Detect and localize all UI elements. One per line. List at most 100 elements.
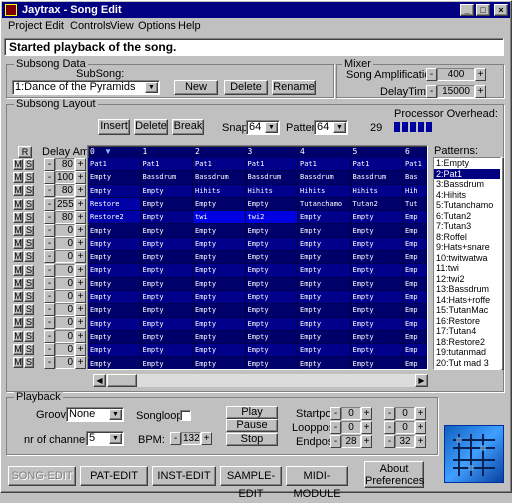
grid-cell[interactable]: Empty bbox=[193, 237, 246, 252]
delete-subsong-button[interactable]: Delete bbox=[224, 80, 268, 95]
grid-cell[interactable]: Empty bbox=[298, 237, 351, 252]
grid-cell[interactable]: Empty bbox=[245, 251, 298, 265]
mute-button[interactable]: M bbox=[13, 211, 23, 223]
bpm-spinner[interactable]: -132 + bbox=[170, 432, 212, 445]
title-bar[interactable]: Jaytrax - Song Edit _ □ × bbox=[2, 2, 510, 18]
grid-cell[interactable]: Empty bbox=[88, 224, 141, 238]
pattern-list-item[interactable]: 5:Tutanchamo bbox=[434, 200, 500, 211]
grid-cell[interactable]: Empty bbox=[245, 224, 298, 238]
solo-button[interactable]: S bbox=[24, 291, 34, 302]
grid-cell[interactable]: Pat1 bbox=[403, 158, 427, 172]
delay-decrease-button[interactable]: - bbox=[44, 276, 55, 290]
grid-cell[interactable]: Empty bbox=[350, 357, 403, 369]
grid-cell[interactable]: Empty bbox=[245, 304, 298, 318]
delay-increase-button[interactable]: + bbox=[75, 197, 86, 211]
looppos-b-increase[interactable]: + bbox=[415, 421, 426, 434]
chevron-down-icon[interactable]: ▼ bbox=[109, 409, 122, 420]
mute-button[interactable]: M bbox=[13, 291, 23, 302]
delay-spinner[interactable]: -0 + bbox=[44, 329, 86, 343]
grid-cell[interactable]: Empty bbox=[193, 197, 246, 212]
solo-button[interactable]: S bbox=[24, 172, 34, 184]
pattern-list-item[interactable]: 3:Bassdrum bbox=[434, 179, 500, 190]
grid-cell[interactable]: Hihits bbox=[350, 184, 403, 198]
grid-cell[interactable]: Hih bbox=[403, 184, 427, 198]
grid-cell[interactable]: Bassdrum bbox=[350, 171, 403, 185]
grid-cell[interactable]: Empty bbox=[88, 264, 141, 278]
channels-select[interactable]: 5 ▼ bbox=[86, 431, 124, 446]
groove-select[interactable]: None ▼ bbox=[66, 407, 124, 422]
startpos-a-spinner[interactable]: -0 + bbox=[330, 407, 372, 420]
mute-button[interactable]: M bbox=[13, 343, 23, 355]
grid-cell[interactable]: twi bbox=[193, 211, 246, 225]
new-subsong-button[interactable]: New bbox=[174, 80, 218, 95]
pattern-list-item[interactable]: 10:twitwatwa bbox=[434, 253, 500, 264]
grid-cell[interactable]: Bas bbox=[403, 171, 427, 185]
grid-cell[interactable]: Bassdrum bbox=[193, 171, 246, 185]
insert-button[interactable]: Insert bbox=[98, 119, 130, 135]
grid-cell[interactable]: Hihits bbox=[193, 184, 246, 198]
grid-cell[interactable]: Emp bbox=[403, 211, 427, 225]
grid-cell[interactable]: Hihits bbox=[298, 184, 351, 198]
solo-button[interactable]: S bbox=[24, 211, 34, 223]
pattern-list-item[interactable]: 15:TutanMac bbox=[434, 305, 500, 316]
position-marker-icon[interactable]: ▼ bbox=[104, 148, 112, 156]
delay-increase-button[interactable]: + bbox=[75, 356, 86, 369]
delay-increase-button[interactable]: + bbox=[75, 210, 86, 224]
grid-cell[interactable]: Empty bbox=[88, 237, 141, 252]
delay-spinner[interactable]: -0 + bbox=[44, 303, 86, 317]
endpos-a-spinner[interactable]: -28 + bbox=[330, 435, 372, 448]
chevron-down-icon[interactable]: ▼ bbox=[265, 122, 278, 133]
grid-cell[interactable]: Tutanchamo bbox=[298, 197, 351, 212]
amp-spinner[interactable]: -400 + bbox=[426, 68, 486, 81]
pattern-list-item[interactable]: 19:tutanmad bbox=[434, 347, 500, 358]
mute-button[interactable]: M bbox=[13, 277, 23, 289]
grid-cell[interactable]: Empty bbox=[140, 317, 193, 331]
startpos-b-decrease[interactable]: - bbox=[384, 407, 395, 420]
grid-cell[interactable]: Emp bbox=[403, 264, 427, 278]
delay-increase-button[interactable]: + bbox=[75, 224, 86, 237]
delay-spinner[interactable]: -80 + bbox=[44, 184, 86, 198]
delay-increase-button[interactable]: + bbox=[75, 316, 86, 330]
delay-increase-button[interactable]: + bbox=[75, 276, 86, 290]
endpos-b-decrease[interactable]: - bbox=[384, 435, 395, 448]
pattern-length-select[interactable]: 64 ▼ bbox=[314, 120, 348, 135]
song-edit-tab[interactable]: SONG-EDIT bbox=[8, 466, 76, 486]
delay-increase-button[interactable]: + bbox=[75, 250, 86, 264]
endpos-b-spinner[interactable]: -32 + bbox=[384, 435, 426, 448]
grid-cell[interactable]: Empty bbox=[88, 330, 141, 345]
grid-cell[interactable]: Empty bbox=[245, 357, 298, 369]
grid-cell[interactable]: Empty bbox=[245, 330, 298, 345]
amp-decrease-button[interactable]: - bbox=[426, 68, 437, 81]
grid-cell[interactable]: Empty bbox=[350, 304, 403, 318]
grid-cell[interactable]: Empty bbox=[350, 251, 403, 265]
grid-cell[interactable]: Empty bbox=[140, 277, 193, 291]
songloop-checkbox[interactable] bbox=[180, 410, 191, 421]
looppos-a-decrease[interactable]: - bbox=[330, 421, 341, 434]
patterns-list[interactable]: 1:Empty 2:Pat1 3:Bassdrum 4:Hihits 5:Tutanch… bbox=[433, 157, 501, 370]
mute-button[interactable]: M bbox=[13, 198, 23, 210]
grid-cell[interactable]: Emp bbox=[403, 237, 427, 252]
looppos-a-spinner[interactable]: -0 + bbox=[330, 421, 372, 434]
solo-button[interactable]: S bbox=[24, 304, 34, 316]
delay-decrease-button[interactable]: - bbox=[44, 158, 55, 171]
grid-cell[interactable]: Empty bbox=[350, 211, 403, 225]
grid-cell[interactable]: twi2 bbox=[245, 211, 298, 225]
close-icon[interactable]: × bbox=[494, 4, 508, 16]
menu-options[interactable]: Options bbox=[138, 19, 176, 33]
endpos-a-increase[interactable]: + bbox=[361, 435, 372, 448]
delaytime-increase-button[interactable]: + bbox=[475, 85, 486, 98]
reset-button[interactable]: R bbox=[18, 146, 32, 158]
delay-increase-button[interactable]: + bbox=[75, 303, 86, 317]
inst-edit-tab[interactable]: INST-EDIT bbox=[152, 466, 216, 486]
chevron-down-icon[interactable]: ▼ bbox=[145, 82, 158, 93]
delay-decrease-button[interactable]: - bbox=[44, 263, 55, 277]
delay-spinner[interactable]: -80 + bbox=[44, 158, 86, 171]
grid-cell[interactable]: Emp bbox=[403, 304, 427, 318]
grid-cell[interactable]: Empty bbox=[140, 184, 193, 198]
grid-cell[interactable]: Empty bbox=[88, 317, 141, 331]
delay-decrease-button[interactable]: - bbox=[44, 210, 55, 224]
delay-increase-button[interactable]: + bbox=[75, 158, 86, 171]
grid-cell[interactable]: Empty bbox=[88, 277, 141, 291]
pattern-list-item[interactable]: 13:Bassdrum bbox=[434, 284, 500, 295]
grid-cell[interactable]: Pat1 bbox=[298, 158, 351, 172]
